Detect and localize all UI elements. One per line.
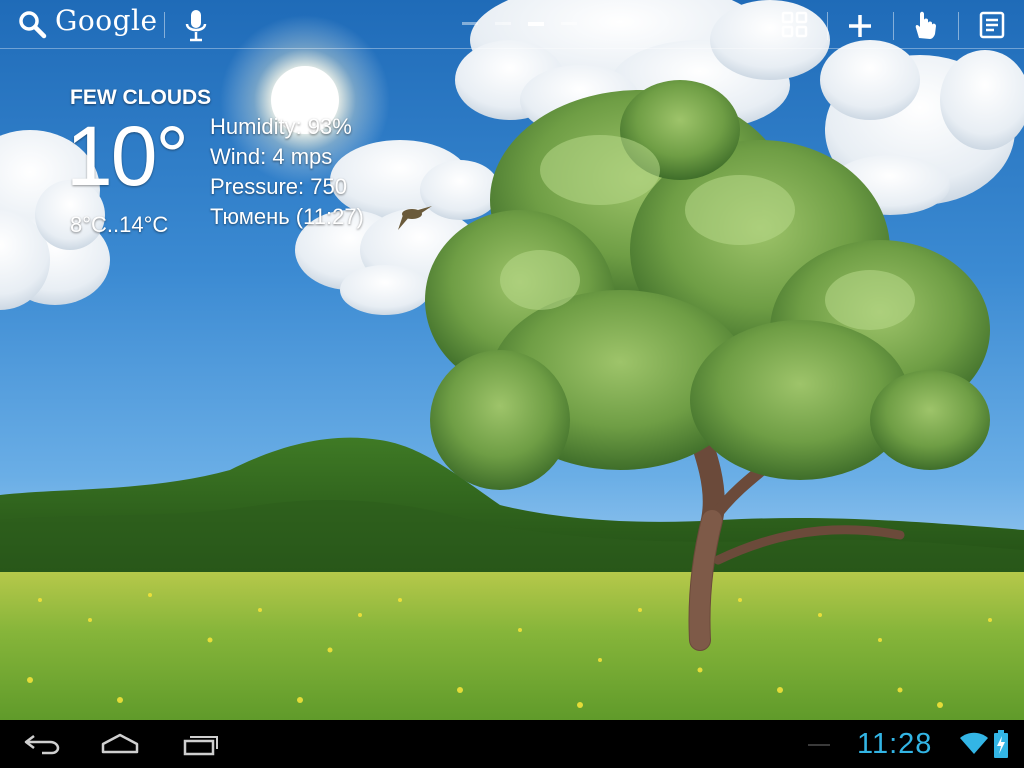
page-dot xyxy=(495,22,511,25)
action-divider xyxy=(958,12,959,40)
search-divider xyxy=(164,12,165,38)
home-button[interactable] xyxy=(100,732,140,756)
page-dot xyxy=(462,22,478,25)
page-dot-active xyxy=(528,22,544,26)
touch-gesture-button[interactable] xyxy=(908,8,942,42)
status-clock[interactable]: 11:28 xyxy=(857,728,932,761)
search-icon[interactable] xyxy=(18,10,48,40)
system-navigation-bar: 11:28 xyxy=(0,720,1024,768)
weather-humidity: Humidity: 93% xyxy=(210,114,352,139)
google-search-label[interactable]: Google xyxy=(55,4,158,37)
weather-location-time: Тюмень (11:27) xyxy=(210,204,364,229)
hand-icon xyxy=(915,11,936,39)
action-divider xyxy=(827,12,828,40)
apps-grid-button[interactable] xyxy=(781,11,809,39)
recent-apps-button[interactable] xyxy=(182,732,222,756)
weather-temperature-range: 8°C..14°C xyxy=(70,212,169,237)
weather-wind: Wind: 4 mps xyxy=(210,144,333,169)
microphone-icon[interactable] xyxy=(184,8,208,44)
page-indicator xyxy=(462,22,577,28)
grid-icon xyxy=(781,11,808,38)
battery-charging-icon xyxy=(994,730,1008,758)
recent-apps-icon xyxy=(183,736,218,756)
weather-condition: FEW CLOUDS xyxy=(70,86,212,109)
notification-placeholder xyxy=(808,744,830,746)
top-bar-separator xyxy=(0,48,1024,49)
weather-details: Humidity: 93% Wind: 4 mps Pressure: 750 … xyxy=(210,112,364,232)
action-divider xyxy=(893,12,894,40)
launcher-top-bar: Google xyxy=(0,0,1024,50)
back-button[interactable] xyxy=(22,732,62,756)
weather-pressure: Pressure: 750 xyxy=(210,174,347,199)
meadow xyxy=(0,572,1024,722)
notes-button[interactable] xyxy=(978,10,1006,40)
add-widget-button[interactable] xyxy=(847,13,873,39)
page-dot xyxy=(561,22,577,25)
notes-icon xyxy=(979,11,1005,39)
weather-temperature: 10° xyxy=(66,109,189,203)
wifi-icon xyxy=(960,732,988,756)
back-icon xyxy=(24,735,60,755)
plus-icon xyxy=(849,15,871,37)
home-screen: Google FEW CLOUDS 10° 8°C..14°C Humidity… xyxy=(0,0,1024,768)
home-icon xyxy=(101,733,139,754)
